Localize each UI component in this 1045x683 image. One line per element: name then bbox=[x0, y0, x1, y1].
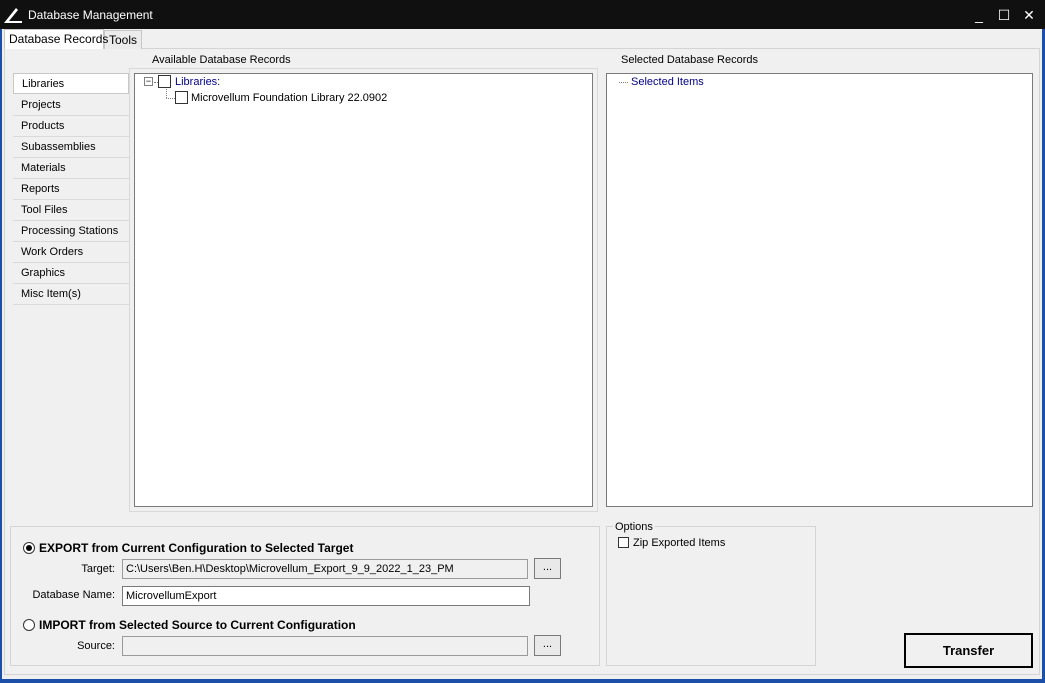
window-title: Database Management bbox=[28, 8, 153, 22]
import-label[interactable]: IMPORT from Selected Source to Current C… bbox=[39, 618, 356, 632]
selected-records-title: Selected Database Records bbox=[621, 54, 758, 66]
selected-records-tree[interactable] bbox=[606, 73, 1033, 507]
export-label[interactable]: EXPORT from Current Configuration to Sel… bbox=[39, 541, 353, 555]
source-browse-button[interactable]: ... bbox=[534, 635, 561, 656]
tree-item-library[interactable]: Microvellum Foundation Library 22.0902 bbox=[191, 92, 387, 104]
target-field[interactable]: C:\Users\Ben.H\Desktop\Microvellum_Expor… bbox=[122, 559, 528, 579]
category-misc-items[interactable]: Misc Item(s) bbox=[13, 284, 129, 305]
zip-exported-checkbox[interactable] bbox=[618, 537, 629, 548]
category-libraries[interactable]: Libraries bbox=[13, 73, 129, 94]
category-reports[interactable]: Reports bbox=[13, 179, 129, 200]
window-border-left bbox=[0, 29, 2, 683]
tree-connector bbox=[166, 98, 175, 99]
tree-connector bbox=[166, 89, 167, 98]
source-field[interactable] bbox=[122, 636, 528, 656]
maximize-button[interactable]: ☐ bbox=[993, 5, 1015, 25]
close-button[interactable]: ✕ bbox=[1018, 5, 1040, 25]
available-records-title: Available Database Records bbox=[152, 54, 291, 66]
category-projects[interactable]: Projects bbox=[13, 95, 129, 116]
category-graphics[interactable]: Graphics bbox=[13, 263, 129, 284]
category-materials[interactable]: Materials bbox=[13, 158, 129, 179]
category-processing-stations[interactable]: Processing Stations bbox=[13, 221, 129, 242]
database-name-field[interactable]: MicrovellumExport bbox=[122, 586, 530, 606]
zip-exported-label[interactable]: Zip Exported Items bbox=[633, 537, 725, 549]
window-border-bottom bbox=[0, 679, 1045, 683]
tree-root-selected-items[interactable]: Selected Items bbox=[631, 76, 704, 88]
tree-collapse-icon[interactable]: − bbox=[144, 77, 153, 86]
tree-root-libraries[interactable]: Libraries: bbox=[175, 76, 220, 88]
available-records-tree[interactable] bbox=[134, 73, 593, 507]
libraries-checkbox[interactable] bbox=[158, 75, 171, 88]
tab-database-records[interactable]: Database Records bbox=[4, 29, 108, 49]
target-browse-button[interactable]: ... bbox=[534, 558, 561, 579]
app-logo-icon bbox=[4, 8, 22, 23]
library-item-checkbox[interactable] bbox=[175, 91, 188, 104]
radio-selected-dot bbox=[26, 545, 32, 551]
options-title: Options bbox=[613, 521, 655, 533]
title-bar bbox=[0, 0, 1045, 29]
source-label: Source: bbox=[77, 640, 115, 652]
minimize-button[interactable]: _ bbox=[968, 5, 990, 25]
export-radio[interactable] bbox=[23, 542, 35, 554]
category-subassemblies[interactable]: Subassemblies bbox=[13, 137, 129, 158]
target-label: Target: bbox=[81, 563, 115, 575]
transfer-button[interactable]: Transfer bbox=[904, 633, 1033, 668]
category-products[interactable]: Products bbox=[13, 116, 129, 137]
database-name-label: Database Name: bbox=[32, 589, 115, 601]
category-tool-files[interactable]: Tool Files bbox=[13, 200, 129, 221]
import-radio[interactable] bbox=[23, 619, 35, 631]
tab-tools[interactable]: Tools bbox=[104, 30, 142, 49]
tree-connector bbox=[619, 82, 628, 83]
category-work-orders[interactable]: Work Orders bbox=[13, 242, 129, 263]
